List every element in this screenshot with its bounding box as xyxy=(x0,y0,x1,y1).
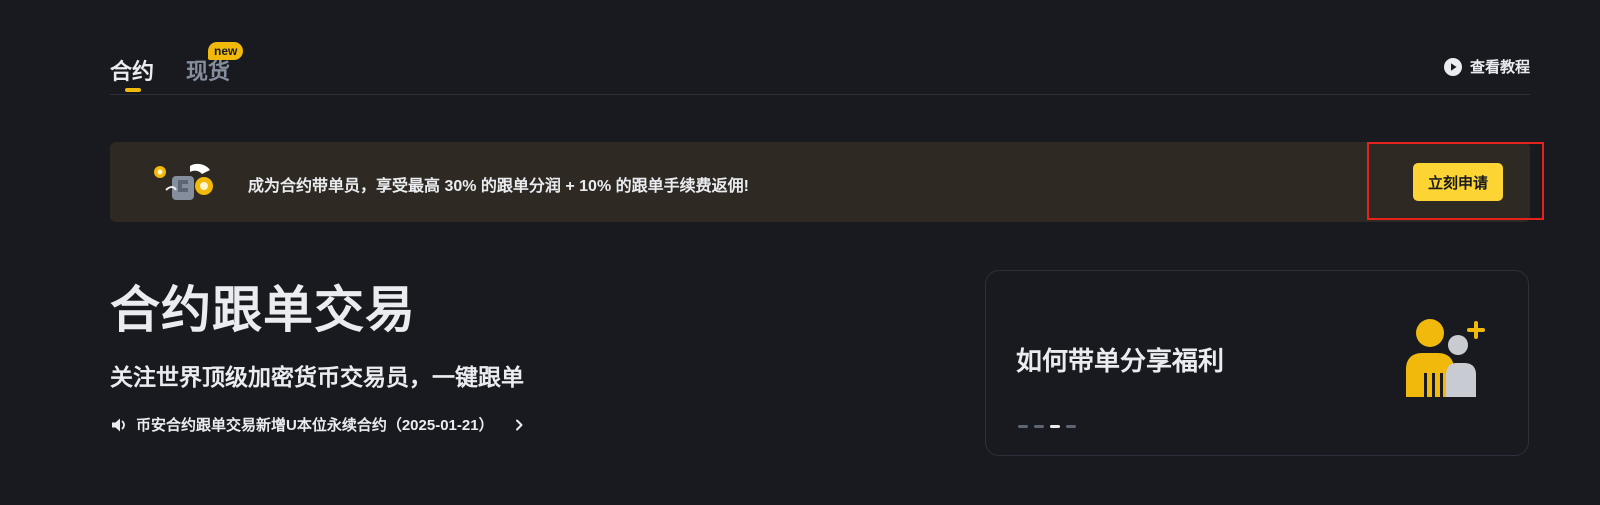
carousel-dot[interactable] xyxy=(1018,425,1028,428)
promo-banner: 成为合约带单员，享受最高 30% 的跟单分润 + 10% 的跟单手续费返佣! 立… xyxy=(110,142,1530,222)
apply-now-button[interactable]: 立刻申请 xyxy=(1413,163,1503,201)
carousel-dot-active[interactable] xyxy=(1050,425,1060,428)
announcement-link[interactable]: 币安合约跟单交易新增U本位永续合约（2025-01-21） xyxy=(110,414,526,435)
announcement-text: 币安合约跟单交易新增U本位永续合约（2025-01-21） xyxy=(136,417,494,434)
carousel-indicator xyxy=(1018,425,1076,428)
play-icon xyxy=(1443,57,1462,76)
view-tutorial-link[interactable]: 查看教程 xyxy=(1443,56,1530,77)
carousel-dot[interactable] xyxy=(1034,425,1044,428)
tab-contract[interactable]: 合约 xyxy=(110,54,154,86)
lead-trader-benefits-card[interactable]: 如何带单分享福利 xyxy=(985,270,1529,456)
speaker-icon xyxy=(112,418,125,431)
active-tab-indicator xyxy=(125,88,141,92)
carousel-dot[interactable] xyxy=(1066,425,1076,428)
tab-bar: 合约 现货 new 查看教程 xyxy=(110,42,1530,95)
promo-text: 成为合约带单员，享受最高 30% 的跟单分润 + 10% 的跟单手续费返佣! xyxy=(248,178,749,195)
page-subtitle: 关注世界顶级加密货币交易员，一键跟单 xyxy=(110,364,524,390)
card-title: 如何带单分享福利 xyxy=(1016,346,1225,376)
page-title: 合约跟单交易 xyxy=(110,282,416,338)
tutorial-label: 查看教程 xyxy=(1469,59,1530,76)
chevron-right-icon xyxy=(515,419,523,430)
new-badge: new xyxy=(208,42,244,60)
people-add-illustration xyxy=(1406,319,1485,397)
trader-coin-illustration xyxy=(154,163,213,200)
